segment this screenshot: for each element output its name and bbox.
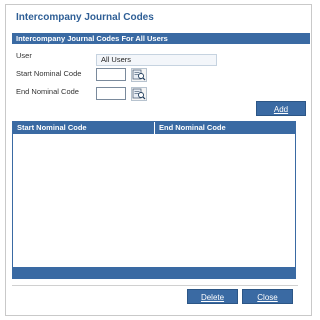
end-nominal-code-label: End Nominal Code — [16, 87, 79, 96]
delete-button[interactable]: Delete — [187, 289, 238, 304]
grid-footer — [13, 267, 295, 278]
start-nominal-code-input[interactable] — [96, 68, 126, 81]
intercompany-journal-codes-dialog: Intercompany Journal Codes Intercompany … — [5, 4, 312, 316]
footer-divider — [12, 285, 298, 286]
end-nominal-code-lookup-button[interactable] — [131, 87, 147, 101]
dialog-title: Intercompany Journal Codes — [16, 12, 154, 23]
search-icon — [132, 69, 146, 81]
end-nominal-code-input[interactable] — [96, 87, 126, 100]
start-nominal-code-lookup-button[interactable] — [131, 68, 147, 82]
search-icon — [132, 88, 146, 100]
column-header-start-nominal-code[interactable]: Start Nominal Code — [13, 122, 154, 134]
start-nominal-code-label: Start Nominal Code — [16, 69, 82, 78]
add-button[interactable]: Add — [256, 101, 306, 116]
close-button[interactable]: Close — [242, 289, 293, 304]
section-header: Intercompany Journal Codes For All Users — [12, 33, 310, 44]
column-header-end-nominal-code[interactable]: End Nominal Code — [155, 122, 295, 134]
user-label: User — [16, 51, 32, 60]
nominal-code-grid: Start Nominal Code End Nominal Code — [12, 121, 296, 279]
user-field: All Users — [96, 54, 217, 66]
grid-header: Start Nominal Code End Nominal Code — [13, 122, 295, 134]
